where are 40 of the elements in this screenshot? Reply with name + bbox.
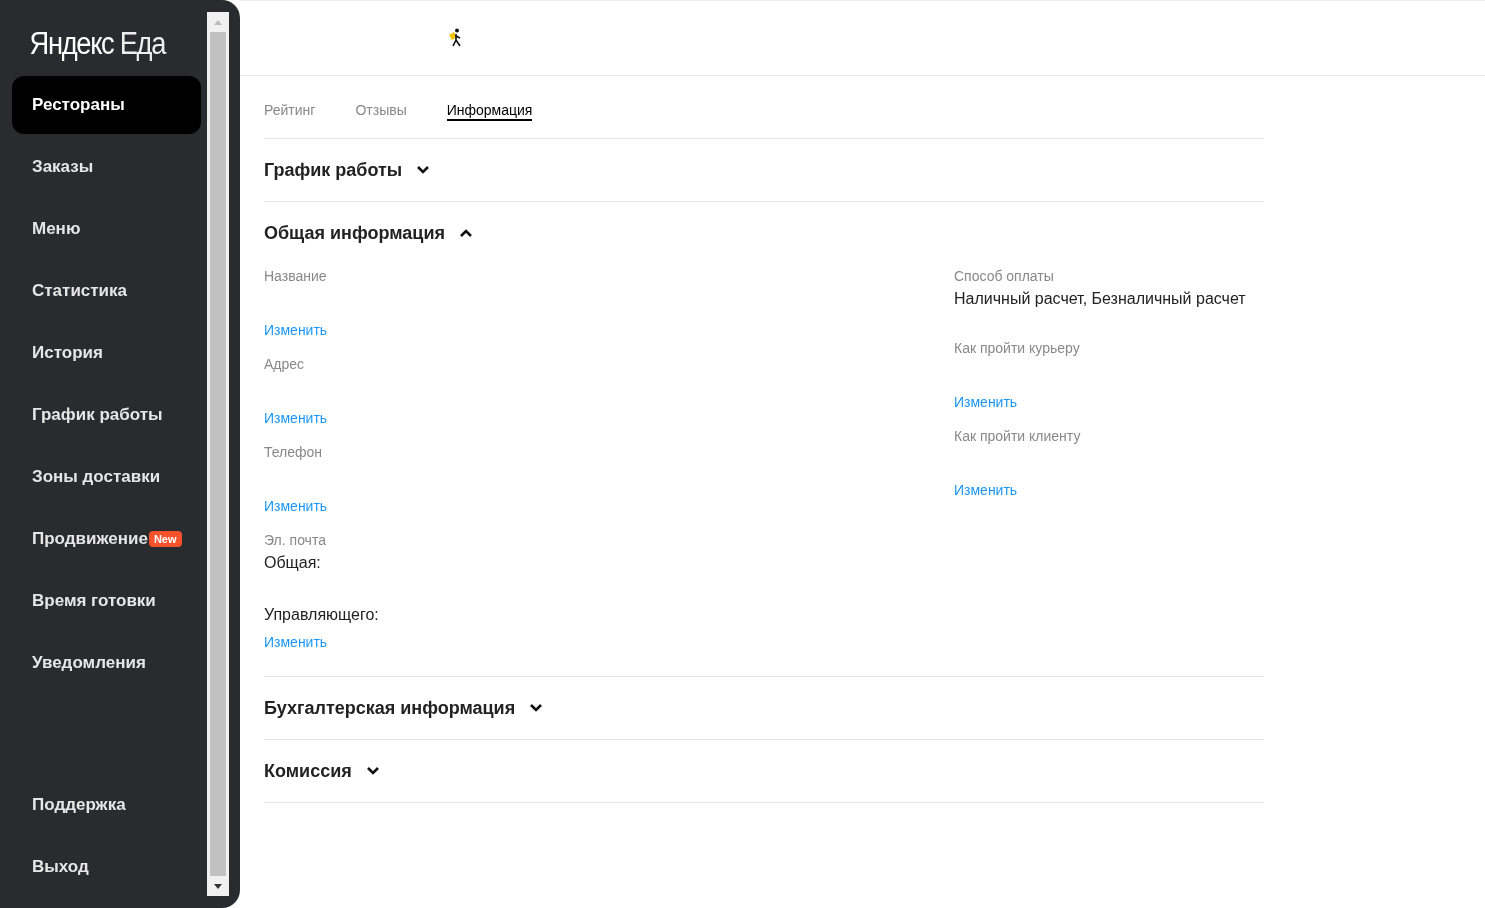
- tab[interactable]: Информация: [446, 99, 533, 121]
- section-title[interactable]: Общая информация: [264, 222, 445, 244]
- chevron-down-icon[interactable]: [365, 766, 380, 776]
- sidebar-item[interactable]: Заказы: [12, 138, 201, 196]
- logo: Яндекс Еда: [28, 25, 167, 63]
- field-value: Управляющего:: [264, 606, 380, 624]
- chevron-up-icon[interactable]: [458, 228, 473, 238]
- sidebar-item[interactable]: Зоны доставки: [12, 448, 201, 506]
- tab[interactable]: Рейтинг: [264, 99, 316, 121]
- scrollbar[interactable]: [207, 12, 229, 896]
- sidebar-item[interactable]: Статистика: [12, 262, 201, 320]
- sidebar-item[interactable]: Рестораны: [12, 76, 201, 134]
- sidebar-item[interactable]: Время готовки: [12, 572, 201, 630]
- field-label: Способ оплаты: [954, 268, 1055, 284]
- courier-icon: [448, 28, 464, 48]
- field-label: Эл. почта: [264, 532, 327, 548]
- sidebar-item[interactable]: График работы: [12, 386, 201, 444]
- section-title[interactable]: График работы: [264, 159, 403, 181]
- new-badge: New: [148, 531, 182, 547]
- section-title[interactable]: Бухгалтерская информация: [264, 697, 516, 719]
- sidebar-item[interactable]: Уведомления: [12, 634, 201, 692]
- field-value: Общая:: [264, 554, 322, 572]
- scroll-down-icon[interactable]: [214, 883, 222, 889]
- sidebar-item[interactable]: Поддержка: [12, 776, 201, 834]
- sidebar-item[interactable]: Выход: [12, 838, 201, 896]
- sidebar-item[interactable]: Меню: [12, 200, 201, 258]
- sidebar-item[interactable]: История: [12, 324, 201, 382]
- field-label: Телефон: [264, 444, 324, 460]
- field-label: Как пройти курьеру: [954, 340, 1081, 356]
- field-value: Наличный расчет, Безналичный расчет: [954, 290, 1247, 308]
- chevron-down-icon[interactable]: [529, 703, 544, 713]
- scrollbar-thumb[interactable]: [210, 32, 226, 876]
- chevron-down-icon[interactable]: [416, 165, 431, 175]
- field-label: Как пройти клиенту: [954, 428, 1082, 444]
- section-title[interactable]: Комиссия: [264, 760, 352, 782]
- field-label: Адрес: [264, 356, 306, 372]
- field-label: Название: [264, 268, 328, 284]
- sidebar-item[interactable]: Продвижение New: [12, 510, 201, 568]
- sidebar-item-label: Продвижение: [32, 529, 148, 549]
- tab[interactable]: Отзывы: [355, 99, 407, 121]
